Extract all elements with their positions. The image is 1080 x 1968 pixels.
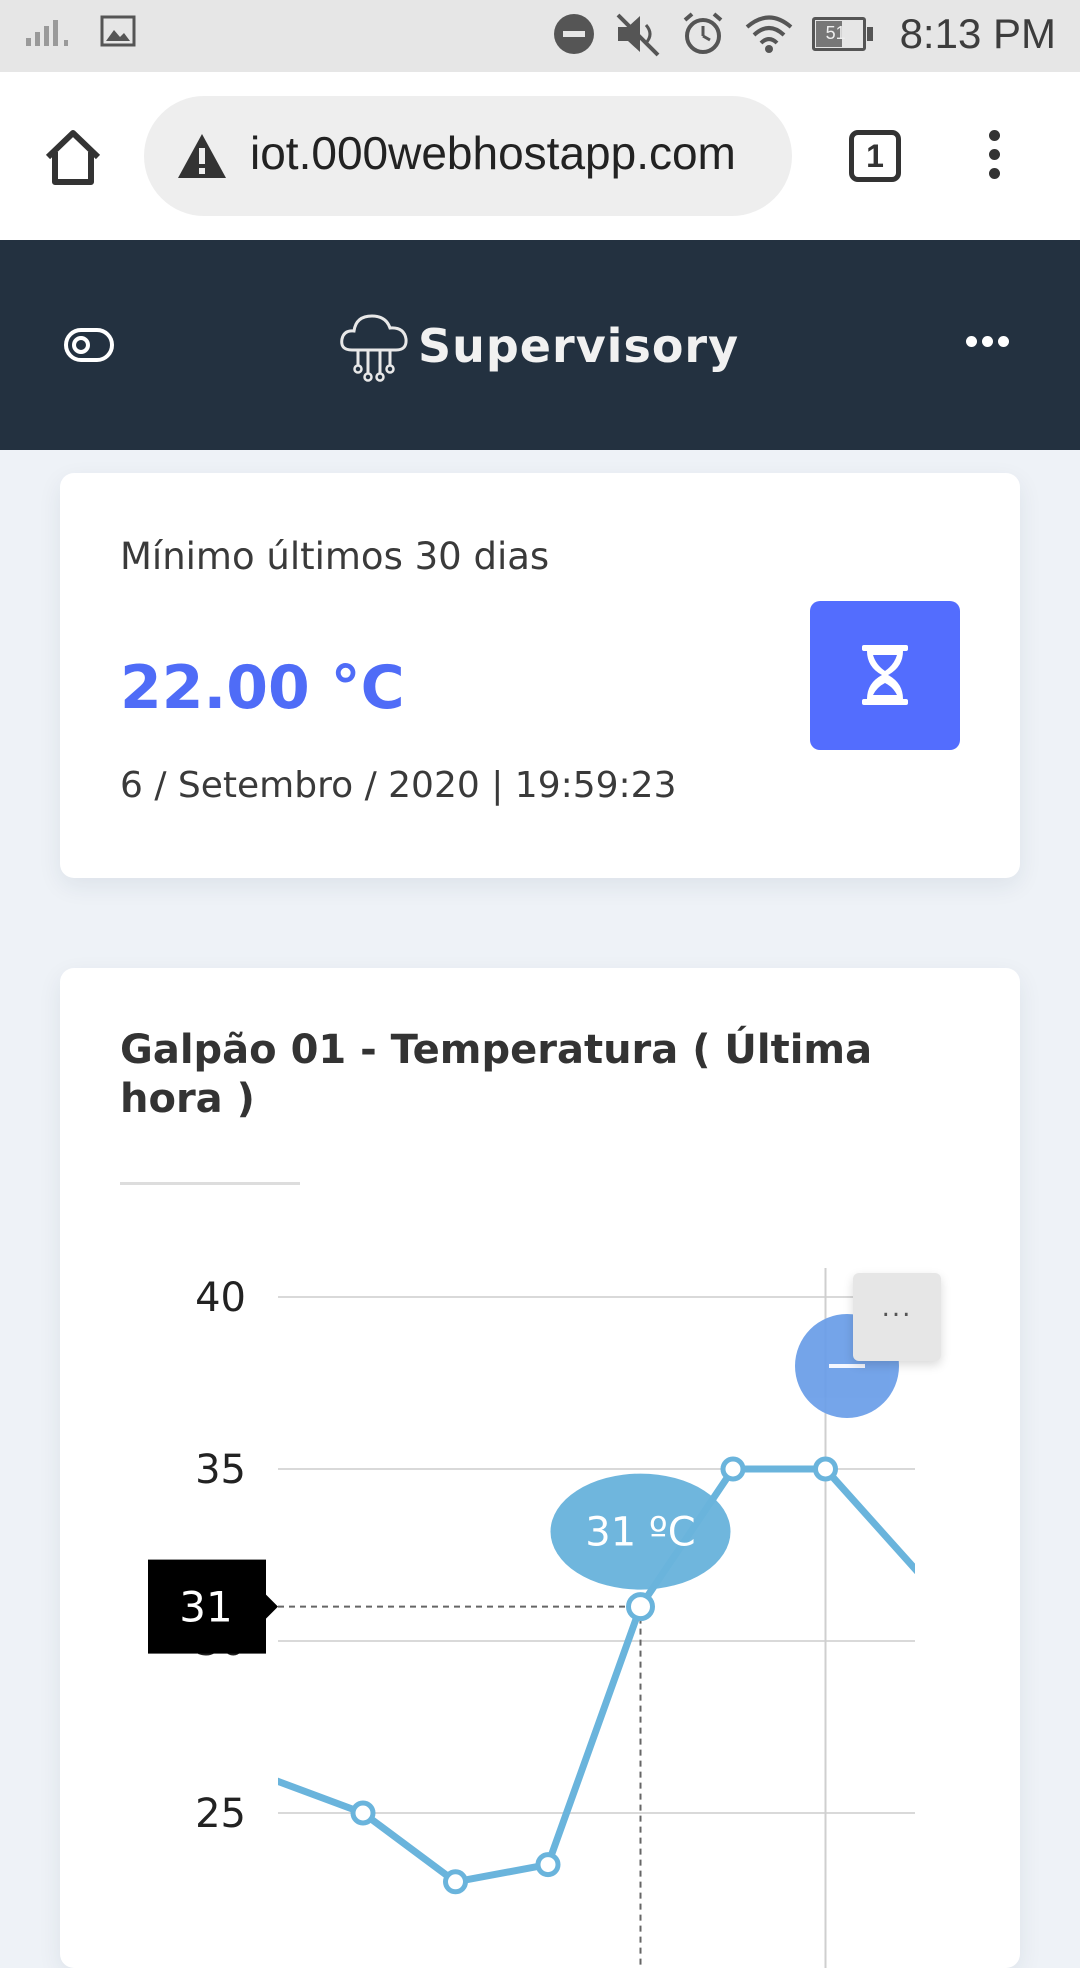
kebab-menu-icon[interactable]	[982, 130, 1006, 186]
min-value: 22.00 °C	[120, 653, 405, 723]
app-title: Supervisory	[418, 319, 740, 373]
temperature-chart-card: Galpão 01 - Temperatura ( Última hora ) …	[60, 968, 1020, 1968]
app-header: Supervisory	[0, 240, 1080, 450]
data-point	[443, 1869, 468, 1895]
mute-icon	[616, 13, 659, 57]
signal-icon	[26, 20, 68, 46]
y-value-flag-arrow	[266, 1594, 278, 1619]
address-bar[interactable]: iot.000webhostapp.com	[144, 96, 792, 216]
y-tick-label: 25	[195, 1791, 246, 1837]
do-not-disturb-icon	[553, 14, 594, 54]
min-date: 6 / Setembro / 2020 | 19:59:23	[120, 765, 677, 806]
tooltip-label: 31 ºC	[585, 1510, 695, 1556]
data-point	[626, 1592, 655, 1622]
min-label: Mínimo últimos 30 dias	[120, 535, 550, 578]
url-text: iot.000webhostapp.com	[250, 127, 736, 179]
min-temperature-card: Mínimo últimos 30 dias 22.00 °C 6 / Sete…	[60, 473, 1020, 878]
temperature-line-chart[interactable]: 403530253131 ºC	[60, 968, 1020, 1968]
gallery-icon	[100, 15, 136, 47]
y-tick-label: 40	[195, 1275, 246, 1321]
wifi-icon	[745, 15, 792, 53]
data-point	[350, 1800, 376, 1826]
home-icon[interactable]	[40, 124, 106, 190]
browser-toolbar: iot.000webhostapp.com 1	[0, 72, 1080, 240]
toggle-icon[interactable]	[64, 328, 114, 362]
battery-icon: 51	[811, 17, 874, 51]
battery-level: 51	[825, 23, 846, 43]
chart-menu-button[interactable]: ...	[853, 1273, 941, 1361]
brand[interactable]: Supervisory	[336, 306, 739, 386]
y-value-label: 31	[179, 1583, 232, 1632]
data-point	[813, 1456, 838, 1482]
more-icon[interactable]	[966, 336, 1012, 352]
status-bar: 51 8:13 PM	[0, 0, 1080, 72]
alarm-icon	[683, 12, 722, 54]
clock: 8:13 PM	[899, 10, 1056, 57]
tabs-icon[interactable]: 1	[849, 130, 901, 182]
data-point	[535, 1852, 561, 1878]
series-line	[278, 1465, 915, 1886]
warning-icon[interactable]	[176, 132, 228, 180]
history-button[interactable]	[810, 601, 960, 750]
y-tick-label: 35	[195, 1447, 246, 1493]
hourglass-icon	[862, 645, 908, 705]
cloud-logo-icon	[340, 314, 408, 382]
data-point	[720, 1456, 746, 1482]
